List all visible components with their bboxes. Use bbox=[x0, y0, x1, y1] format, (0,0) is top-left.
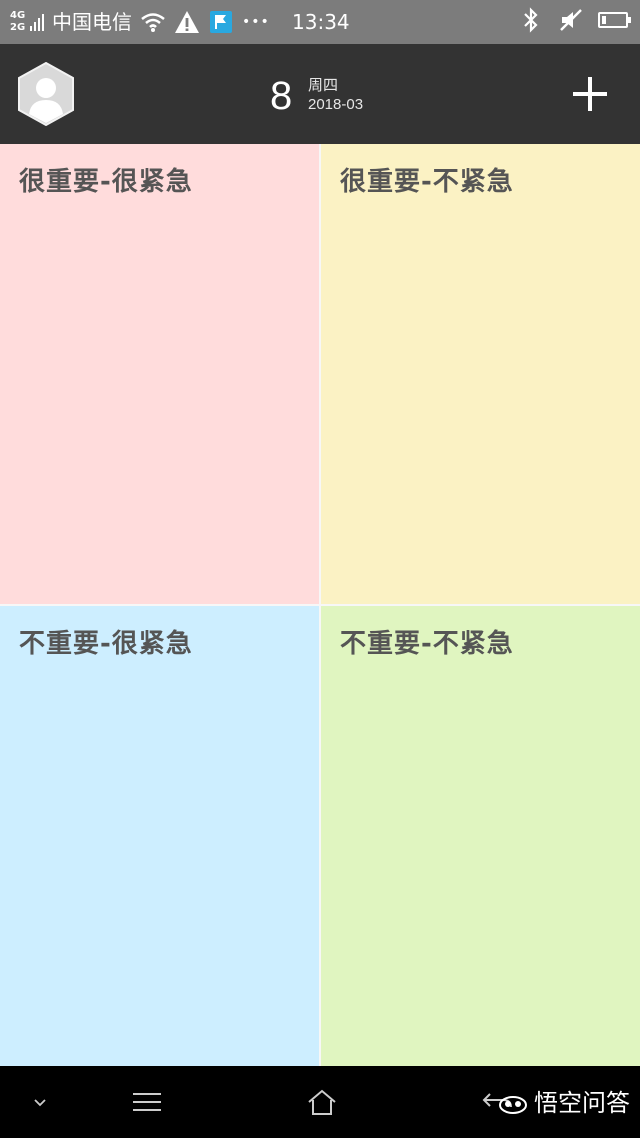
bluetooth-icon bbox=[518, 7, 544, 33]
home-icon bbox=[308, 1089, 336, 1115]
battery-level-fill bbox=[602, 16, 606, 24]
nav-home-button[interactable] bbox=[302, 1082, 342, 1122]
status-time: 13:34 bbox=[292, 10, 350, 34]
quadrant-unimportant-not-urgent[interactable]: 不重要-不紧急 bbox=[321, 606, 640, 1066]
watermark-text: 悟空问答 bbox=[534, 1089, 630, 1117]
quadrant-unimportant-urgent[interactable]: 不重要-很紧急 bbox=[0, 606, 319, 1066]
signal-icon: 4G 2G bbox=[10, 9, 44, 35]
status-bar: 4G 2G 中国电信 ••• 13:34 bbox=[0, 0, 640, 44]
carrier-name: 中国电信 bbox=[52, 10, 132, 34]
status-left-group: 4G 2G 中国电信 ••• bbox=[10, 9, 270, 35]
quadrant-title: 不重要-很紧急 bbox=[19, 629, 193, 659]
current-day: 8 bbox=[270, 74, 293, 118]
plus-icon bbox=[573, 77, 607, 111]
wukong-logo-icon bbox=[499, 1096, 527, 1114]
current-weekday: 周四 bbox=[308, 76, 339, 94]
chevron-down-icon bbox=[34, 1099, 46, 1107]
nav-menu-button[interactable] bbox=[127, 1082, 167, 1122]
quadrant-important-urgent[interactable]: 很重要-很紧急 bbox=[0, 144, 319, 604]
add-task-button[interactable] bbox=[570, 74, 610, 114]
nav-collapse-button[interactable] bbox=[20, 1082, 60, 1122]
current-year-month: 2018-03 bbox=[308, 96, 364, 113]
quadrant-title: 不重要-不紧急 bbox=[340, 629, 514, 659]
network-type-bottom: 2G bbox=[10, 22, 26, 33]
quadrant-title: 很重要-不紧急 bbox=[340, 167, 514, 197]
network-type-top: 4G bbox=[10, 10, 26, 21]
app-header: 8 周四 2018-03 bbox=[0, 44, 640, 144]
silent-mode-icon bbox=[558, 7, 584, 33]
menu-icon bbox=[133, 1093, 161, 1111]
status-right-group bbox=[518, 7, 631, 33]
wukong-watermark: 悟空问答 bbox=[498, 1088, 630, 1118]
quadrant-important-not-urgent[interactable]: 很重要-不紧急 bbox=[321, 144, 640, 604]
user-avatar-icon[interactable] bbox=[17, 61, 75, 127]
system-nav-bar: 悟空问答 bbox=[0, 1066, 640, 1138]
app-screen: 4G 2G 中国电信 ••• 13:34 8 周四 2018-03 很重要-很紧… bbox=[0, 0, 640, 1138]
app-notification-icon bbox=[208, 9, 234, 35]
battery-icon bbox=[598, 12, 631, 28]
more-notifications-icon: ••• bbox=[242, 14, 270, 30]
quadrant-title: 很重要-很紧急 bbox=[19, 167, 193, 197]
wifi-icon bbox=[140, 9, 166, 35]
priority-matrix: 很重要-很紧急 很重要-不紧急 不重要-很紧急 不重要-不紧急 bbox=[0, 144, 640, 1066]
warning-icon bbox=[174, 9, 200, 35]
